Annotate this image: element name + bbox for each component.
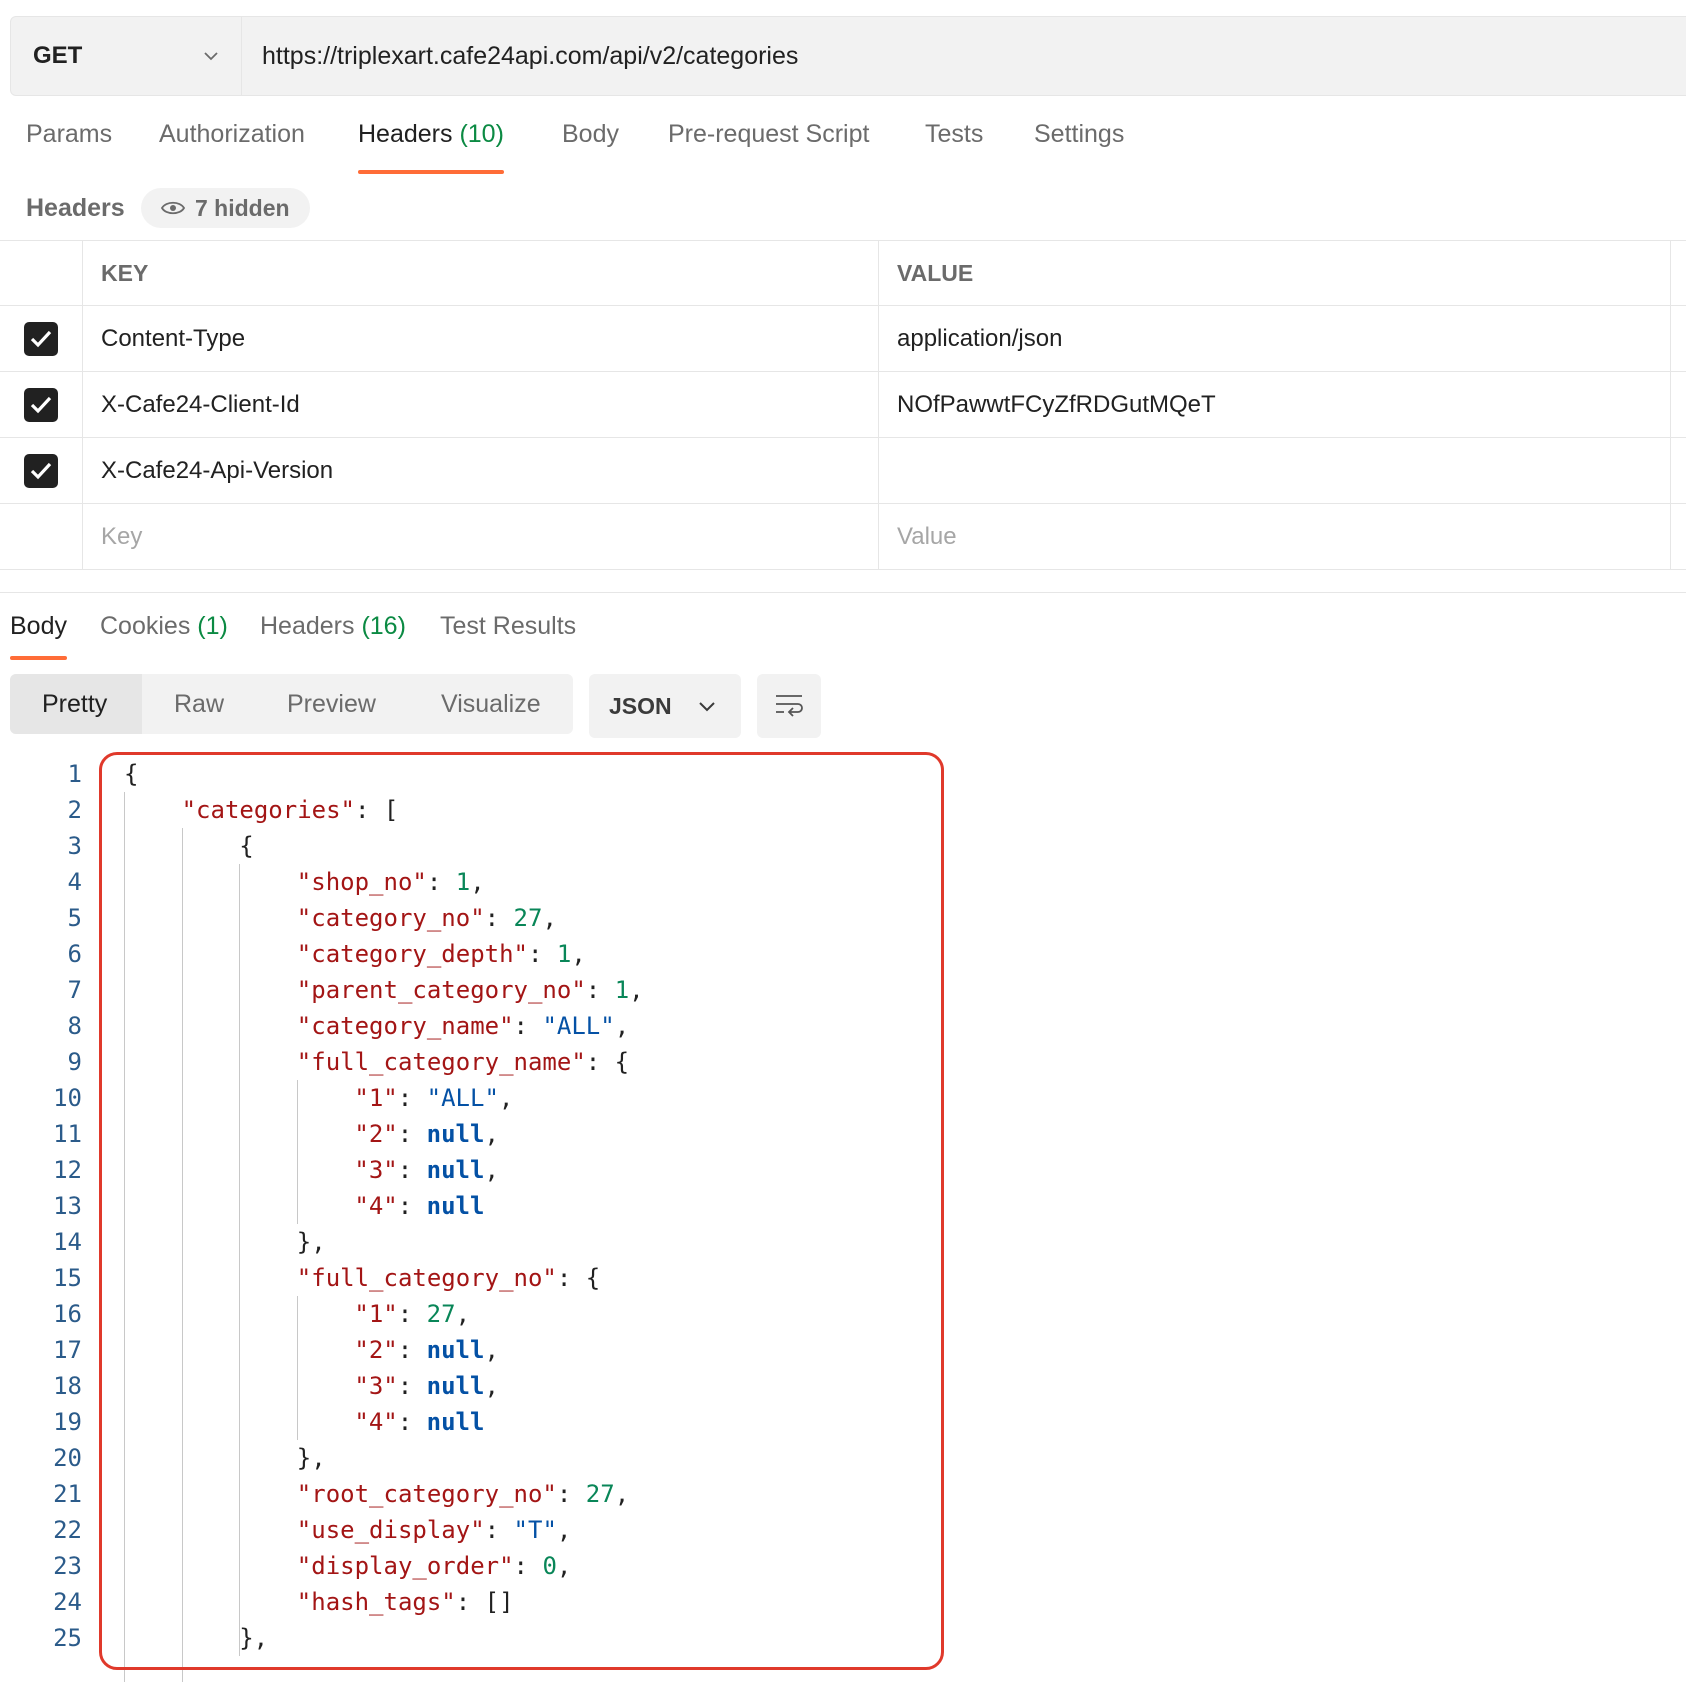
line-number: 10 — [53, 1084, 82, 1112]
tab-label: Test Results — [440, 612, 577, 640]
hidden-count-label: 7 hidden — [195, 194, 290, 221]
line-number: 13 — [53, 1192, 82, 1220]
line-number: 4 — [67, 868, 82, 896]
tab-label: Body — [10, 612, 67, 640]
line-number: 14 — [53, 1228, 82, 1256]
mode-raw[interactable]: Raw — [174, 674, 224, 734]
row-check-cell — [0, 306, 83, 371]
headers-section-title: Headers — [26, 194, 125, 222]
tab-count: (1) — [197, 612, 228, 640]
tab-label: Tests — [925, 120, 984, 148]
line-number: 7 — [67, 976, 82, 1004]
tab-label: Settings — [1034, 120, 1125, 148]
url-input[interactable]: https://triplexart.cafe24api.com/api/v2/… — [242, 17, 1686, 95]
tab-settings[interactable]: Settings — [1034, 120, 1124, 176]
line-number: 8 — [67, 1012, 82, 1040]
row-check-cell — [0, 438, 83, 503]
highlight-box — [99, 752, 944, 1670]
method-label: GET — [33, 42, 83, 69]
row-check-cell — [0, 504, 83, 569]
header-key-cell[interactable]: X-Cafe24-Client-Id — [83, 372, 879, 437]
line-number: 19 — [53, 1408, 82, 1436]
header-value-cell[interactable]: NOfPawwtFCyZfRDGutMQeT — [879, 372, 1671, 437]
tab-authorization[interactable]: Authorization — [159, 120, 305, 176]
header-key-cell[interactable]: Content-Type — [83, 306, 879, 371]
tab-count: (16) — [361, 612, 406, 640]
tab-label: Headers — [260, 612, 355, 640]
table-row: X-Cafe24-Api-Version — [0, 438, 1686, 504]
tab-label: Headers — [358, 120, 453, 148]
line-number: 21 — [53, 1480, 82, 1508]
check-icon — [30, 330, 52, 347]
line-number: 24 — [53, 1588, 82, 1616]
header-value-cell[interactable] — [879, 438, 1671, 503]
tab-count: (10) — [459, 120, 504, 148]
row-check-cell — [0, 372, 83, 437]
new-key-input[interactable]: Key — [83, 504, 879, 569]
wrap-lines-icon — [776, 695, 803, 717]
format-label: JSON — [609, 692, 672, 719]
new-value-input[interactable]: Value — [879, 504, 1671, 569]
line-number: 23 — [53, 1552, 82, 1580]
method-select[interactable]: GET — [11, 17, 242, 95]
table-header-row: KEY VALUE — [0, 240, 1686, 306]
check-icon — [30, 462, 52, 479]
format-select[interactable]: JSON — [589, 674, 741, 738]
line-number: 1 — [67, 760, 82, 788]
request-url-bar: GET https://triplexart.cafe24api.com/api… — [10, 16, 1686, 96]
active-tab-underline — [358, 170, 504, 174]
header-value-cell[interactable]: application/json — [879, 306, 1671, 371]
table-row: X-Cafe24-Client-Id NOfPawwtFCyZfRDGutMQe… — [0, 372, 1686, 438]
tab-label: Cookies — [100, 612, 191, 640]
line-number: 3 — [67, 832, 82, 860]
line-number: 18 — [53, 1372, 82, 1400]
tab-headers[interactable]: Headers (10) — [358, 120, 504, 176]
line-number: 16 — [53, 1300, 82, 1328]
check-column-header — [0, 241, 83, 305]
row-checkbox[interactable] — [24, 321, 58, 356]
panel-divider — [0, 592, 1686, 593]
row-checkbox[interactable] — [24, 387, 58, 422]
view-mode-switch: Pretty Raw Preview Visualize — [10, 674, 573, 734]
header-key-cell[interactable]: X-Cafe24-Api-Version — [83, 438, 879, 503]
hidden-headers-toggle[interactable]: 7 hidden — [141, 188, 310, 228]
tab-params[interactable]: Params — [26, 120, 112, 176]
line-number: 15 — [53, 1264, 82, 1292]
key-column-header: KEY — [83, 241, 879, 305]
response-tab-headers[interactable]: Headers (16) — [260, 612, 406, 660]
mode-visualize[interactable]: Visualize — [441, 674, 541, 734]
response-tab-body[interactable]: Body — [10, 612, 67, 660]
line-number: 6 — [67, 940, 82, 968]
table-row-new: Key Value — [0, 504, 1686, 570]
tab-body[interactable]: Body — [562, 120, 619, 176]
line-number: 2 — [67, 796, 82, 824]
chevron-down-icon — [698, 702, 715, 712]
eye-icon — [161, 201, 185, 215]
tab-label: Params — [26, 120, 113, 148]
response-tab-cookies[interactable]: Cookies (1) — [100, 612, 228, 660]
table-row: Content-Type application/json — [0, 306, 1686, 372]
tab-label: Body — [562, 120, 619, 148]
wrap-lines-button[interactable] — [757, 674, 821, 738]
value-column-header: VALUE — [879, 241, 1671, 305]
response-tab-test-results[interactable]: Test Results — [440, 612, 576, 660]
line-number: 12 — [53, 1156, 82, 1184]
line-number: 9 — [67, 1048, 82, 1076]
mode-preview[interactable]: Preview — [287, 674, 376, 734]
chevron-down-icon — [204, 52, 218, 61]
check-icon — [30, 396, 52, 413]
line-number: 25 — [53, 1624, 82, 1652]
mode-pretty[interactable]: Pretty — [10, 674, 142, 734]
active-tab-underline — [10, 656, 67, 660]
tab-label: Pre-request Script — [668, 120, 870, 148]
row-checkbox[interactable] — [24, 453, 58, 488]
line-number: 20 — [53, 1444, 82, 1472]
tab-tests[interactable]: Tests — [925, 120, 983, 176]
line-number: 22 — [53, 1516, 82, 1544]
tab-label: Authorization — [159, 120, 305, 148]
line-number: 5 — [67, 904, 82, 932]
tab-pre-request-script[interactable]: Pre-request Script — [668, 120, 869, 176]
line-number: 17 — [53, 1336, 82, 1364]
line-number: 11 — [53, 1120, 82, 1148]
